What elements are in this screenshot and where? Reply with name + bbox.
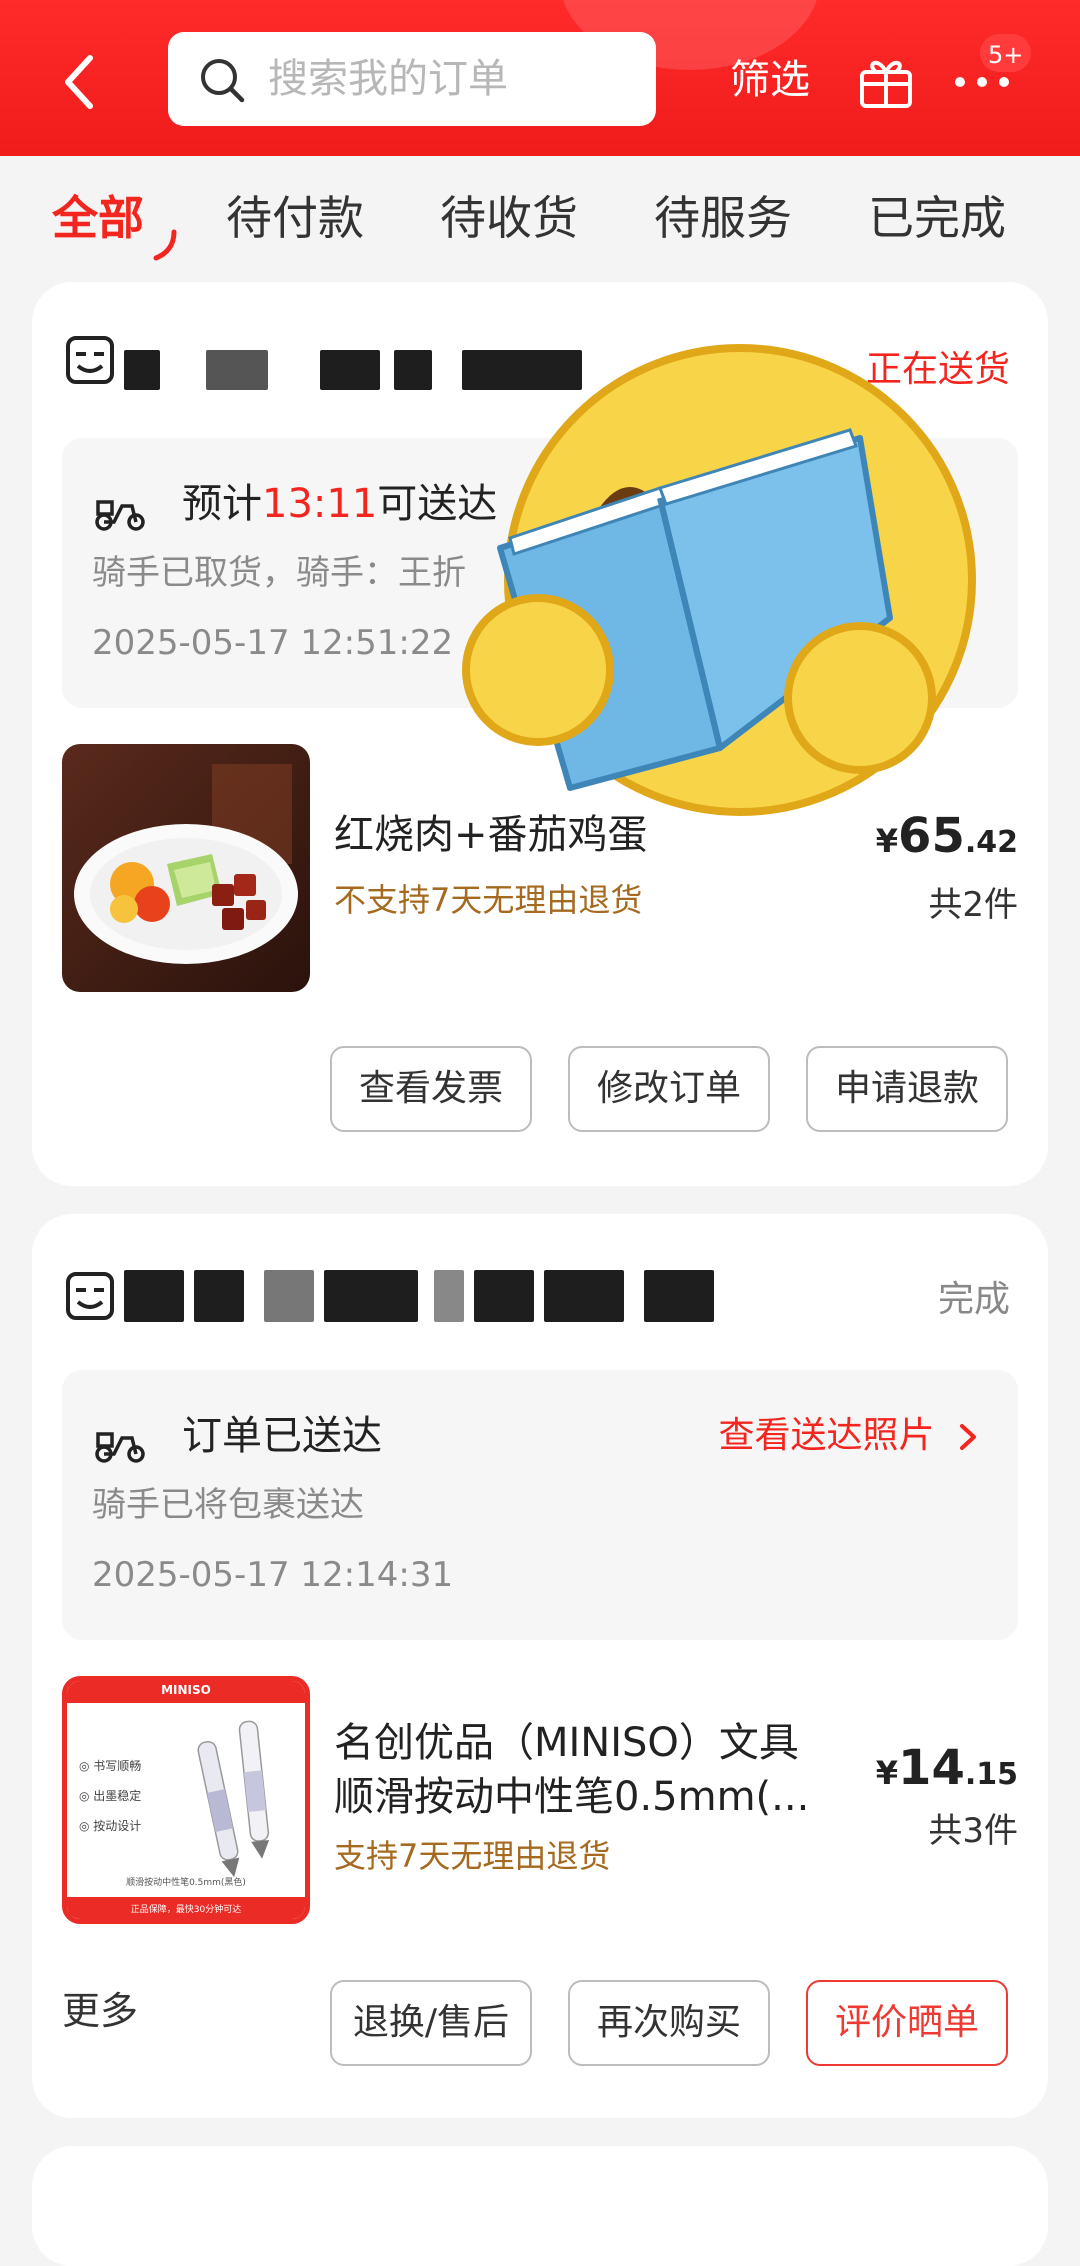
active-tab-indicator: [153, 229, 177, 261]
more-actions-link[interactable]: 更多: [62, 1986, 138, 2036]
search-input[interactable]: 搜索我的订单: [168, 32, 656, 126]
notification-badge: 5+: [980, 34, 1032, 72]
request-refund-button[interactable]: 申请退款: [806, 1046, 1008, 1132]
status-timestamp: 2025-05-17 12:14:31: [92, 1555, 454, 1595]
chevron-right-icon: [960, 1424, 976, 1450]
tab-pending-receipt[interactable]: 待收货: [440, 188, 578, 248]
buy-again-button[interactable]: 再次购买: [568, 1980, 770, 2066]
scooter-icon: [95, 1432, 145, 1463]
search-placeholder: 搜索我的订单: [268, 56, 508, 102]
tab-pending-service[interactable]: 待服务: [654, 188, 792, 248]
view-delivery-photo-link[interactable]: 查看送达照片: [719, 1412, 980, 1460]
thumb-brand: MINISO: [161, 1683, 211, 1697]
top-bar: 搜索我的订单 筛选 5+: [0, 0, 1080, 156]
delivery-info-box[interactable]: 订单已送达 查看送达照片 骑手已将包裹送达 2025-05-17 12:14:3…: [62, 1370, 1018, 1640]
order-status: 完成: [937, 1279, 1010, 1320]
thumb-caption: 顺滑按动中性笔0.5mm(黑色): [126, 1878, 246, 1888]
thumb-footer: 正品保障，最快30分钟可达: [130, 1905, 242, 1915]
shop-name-redacted[interactable]: [124, 1270, 764, 1322]
tab-pending-payment[interactable]: 待付款: [226, 188, 364, 248]
back-arrow-icon[interactable]: [52, 44, 112, 120]
eta-title: 预计13:11可送达: [182, 481, 498, 527]
filter-button[interactable]: 筛选: [730, 52, 810, 108]
gift-icon[interactable]: [856, 50, 916, 110]
rider-status: 骑手已将包裹送达: [92, 1485, 364, 1525]
order-card[interactable]: [32, 2146, 1048, 2266]
reading-emoji-sticker: [462, 344, 976, 816]
product-thumbnail[interactable]: [62, 744, 310, 992]
status-timestamp: 2025-05-17 12:51:22: [92, 623, 454, 663]
thumb-features: ◎ 书写顺畅 ◎ 出墨稳定 ◎ 按动设计: [79, 1759, 142, 1833]
scooter-icon: [95, 500, 145, 531]
tab-all[interactable]: 全部: [52, 188, 144, 248]
return-policy-tag: 不支持7天无理由退货: [334, 881, 643, 919]
product-thumbnail[interactable]: MINISO ◎ 书写顺畅 ◎ 出墨稳定 ◎ 按动设计 顺滑按动中性笔0.5mm…: [62, 1676, 310, 1924]
delivered-title: 订单已送达: [182, 1413, 382, 1459]
item-count: 共3件: [928, 1811, 1018, 1851]
tab-completed[interactable]: 已完成: [868, 188, 1006, 248]
return-policy-tag: 支持7天无理由退货: [334, 1837, 611, 1875]
view-invoice-button[interactable]: 查看发票: [330, 1046, 532, 1132]
modify-order-button[interactable]: 修改订单: [568, 1046, 770, 1132]
shop-icon: [66, 336, 114, 384]
eta-time: 13:11: [262, 481, 378, 527]
order-card[interactable]: 完成 订单已送达 查看送达照片 骑手已将包裹送达 2025-05-17 12:1…: [32, 1214, 1048, 2118]
rider-status: 骑手已取货，骑手：王折: [92, 553, 466, 593]
item-count: 共2件: [928, 885, 1018, 925]
pen-image: [197, 1720, 270, 1878]
write-review-button[interactable]: 评价晒单: [806, 1980, 1008, 2066]
search-icon: [201, 59, 245, 103]
product-name[interactable]: 名创优品（MINISO）文具 顺滑按动中性笔0.5mm(...: [334, 1716, 864, 1824]
shop-icon: [66, 1272, 114, 1320]
product-price: ¥14.15: [875, 1740, 1018, 1796]
return-after-sales-button[interactable]: 退换/售后: [330, 1980, 532, 2066]
